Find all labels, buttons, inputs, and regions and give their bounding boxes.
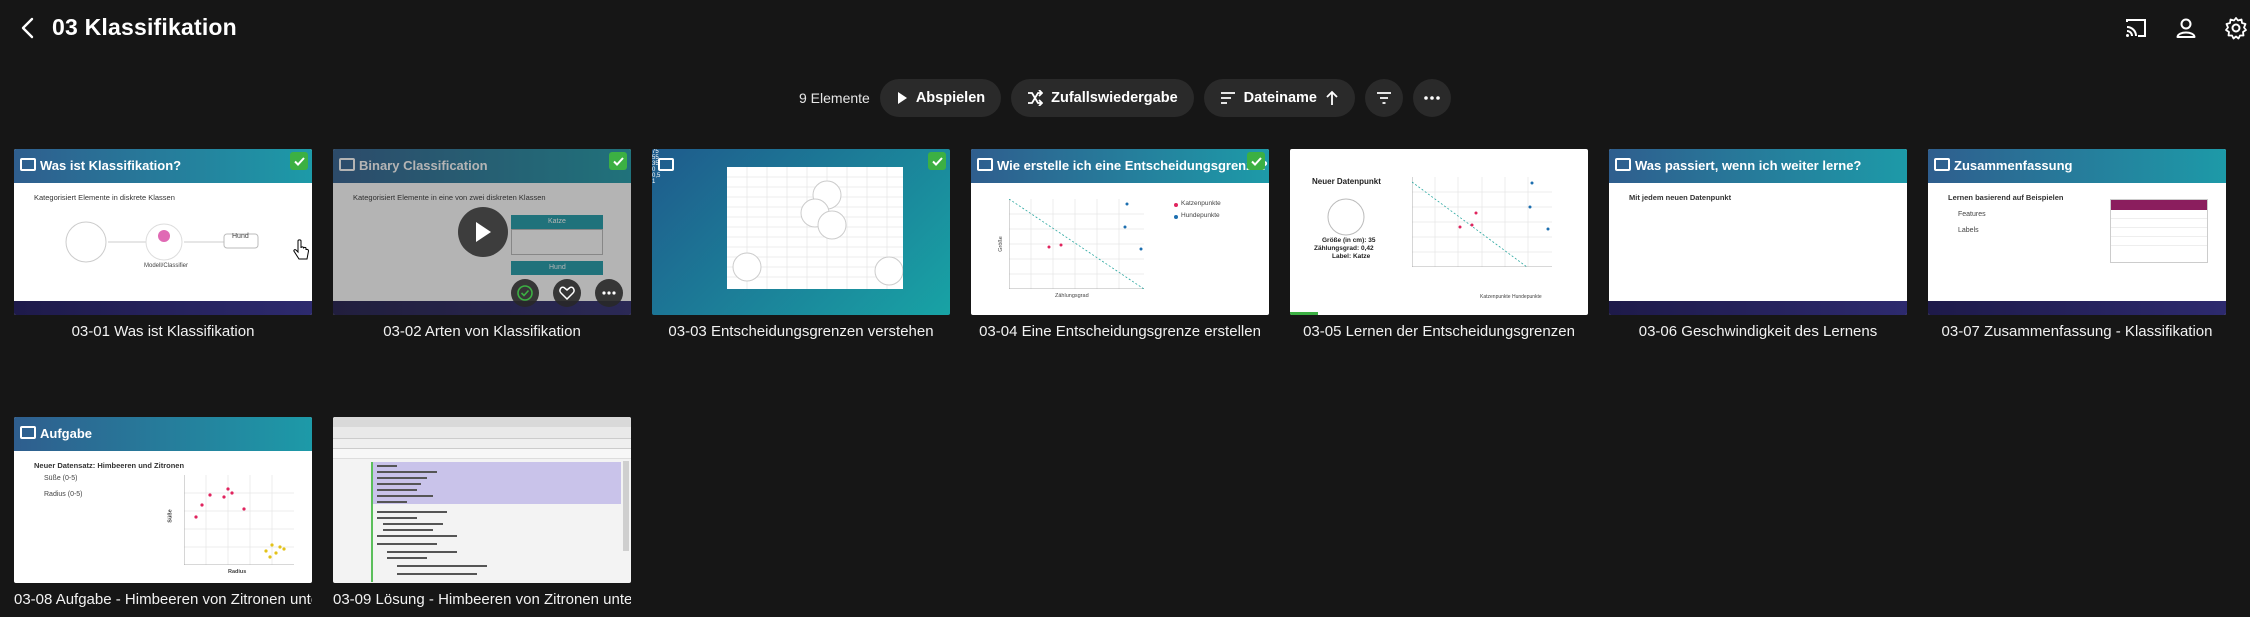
slide-preview: Was passiert, wenn ich weiter lerne? Mit… (1609, 149, 1907, 315)
hand-cursor-icon (293, 239, 310, 260)
media-item[interactable]: Zusammenfassung Lernen basierend auf Bei… (1928, 149, 2226, 340)
slide-preview: 75 55 35 0 0,5 1 (652, 149, 950, 315)
clapperboard-icon (20, 426, 36, 439)
more-horizontal-icon (1424, 96, 1440, 100)
filter-icon (1376, 92, 1391, 104)
top-bar: 03 Klassifikation (0, 0, 2250, 58)
thumbnail[interactable]: 75 55 35 0 0,5 1 (652, 149, 950, 315)
play-button[interactable] (458, 207, 508, 257)
more-horizontal-icon (602, 291, 616, 295)
slide-preview: Neuer Datenpunkt Größe (in cm): 35 Zählu… (1290, 149, 1588, 315)
gear-icon (2225, 17, 2247, 40)
chevron-left-icon (21, 17, 34, 39)
shuffle-label: Zufallswiedergabe (1051, 90, 1178, 106)
play-all-label: Abspielen (915, 90, 986, 106)
user-button[interactable] (2172, 14, 2200, 42)
watch-progress-bar (1290, 312, 1318, 315)
item-caption: 03-08 Aufgabe - Himbeeren von Zitronen u… (14, 591, 312, 608)
cast-button[interactable] (2122, 14, 2150, 42)
play-icon (476, 222, 491, 242)
play-all-button[interactable]: Abspielen (879, 79, 1002, 117)
slide-preview: Zusammenfassung Lernen basierend auf Bei… (1928, 149, 2226, 315)
clapperboard-icon (977, 158, 993, 171)
shuffle-icon (1028, 90, 1044, 106)
slide-preview: Was ist Klassifikation? Kategorisiert El… (14, 149, 312, 315)
arrow-up-icon (1326, 90, 1338, 105)
play-icon (897, 92, 907, 104)
scrollbar[interactable] (623, 461, 629, 551)
media-item[interactable]: Binary Classification Kategorisiert Elem… (333, 149, 631, 340)
more-options-button[interactable] (1412, 79, 1451, 117)
item-caption: 03-04 Eine Entscheidungsgrenze erstellen (979, 323, 1261, 340)
code-editor-preview (333, 417, 631, 583)
favorite-button[interactable] (553, 279, 581, 307)
slide-bullet: Mit jedem neuen Datenpunkt (1629, 193, 1732, 202)
item-caption: 03-05 Lernen der Entscheidungsgrenzen (1303, 323, 1575, 340)
thumbnail[interactable]: Aufgabe Neuer Datensatz: Himbeeren und Z… (14, 417, 312, 583)
watched-check-icon (290, 152, 308, 170)
watched-check-icon (609, 152, 627, 170)
item-count: 9 Elemente (799, 90, 870, 106)
media-item[interactable]: 75 55 35 0 0,5 1 03-03 Entscheidungsgren… (652, 149, 950, 340)
media-item[interactable]: Was ist Klassifikation? Kategorisiert El… (14, 149, 312, 340)
toolbar: 9 Elemente Abspielen Zufallswiedergabe D… (0, 78, 2250, 118)
media-item[interactable]: Was passiert, wenn ich weiter lerne? Mit… (1609, 149, 1907, 340)
watched-check-icon (1247, 152, 1265, 170)
settings-button[interactable] (2222, 14, 2250, 42)
clapperboard-icon (20, 158, 36, 171)
thumbnail[interactable]: Was passiert, wenn ich weiter lerne? Mit… (1609, 149, 1907, 315)
thumbnail[interactable] (333, 417, 631, 583)
mark-watched-button[interactable] (511, 279, 539, 307)
check-circle-icon (517, 285, 533, 301)
slide-bullet: Neuer Datensatz: Himbeeren und Zitronen (34, 461, 185, 470)
slide-preview: Aufgabe Neuer Datensatz: Himbeeren und Z… (14, 417, 312, 583)
clapperboard-icon (658, 158, 674, 171)
item-caption: 03-07 Zusammenfassung - Klassifikation (1941, 323, 2213, 340)
cast-icon (2126, 19, 2146, 37)
media-item[interactable]: 03-09 Lösung - Himbeeren von Zitronen un… (333, 417, 631, 608)
shuffle-button[interactable]: Zufallswiedergabe (1011, 79, 1194, 117)
slide-bullet: Lernen basierend auf Beispielen (1948, 193, 2064, 202)
media-item[interactable]: Neuer Datenpunkt Größe (in cm): 35 Zählu… (1290, 149, 1588, 340)
back-button[interactable] (10, 12, 46, 44)
thumbnail[interactable]: Neuer Datenpunkt Größe (in cm): 35 Zählu… (1290, 149, 1588, 315)
clapperboard-icon (1934, 158, 1950, 171)
slide-bullet: Kategorisiert Elemente in diskrete Klass… (34, 193, 175, 202)
summary-table (2110, 199, 2208, 263)
item-caption: 03-01 Was ist Klassifikation (71, 323, 255, 340)
cat-icon (1327, 198, 1365, 236)
page-title: 03 Klassifikation (52, 14, 237, 40)
thumbnail[interactable]: Was ist Klassifikation? Kategorisiert El… (14, 149, 312, 315)
thumbnail[interactable]: Wie erstelle ich eine Entscheidungsgrenz… (971, 149, 1269, 315)
item-more-button[interactable] (595, 279, 623, 307)
slide-preview: Wie erstelle ich eine Entscheidungsgrenz… (971, 149, 1269, 315)
watched-check-icon (928, 152, 946, 170)
media-item[interactable]: Aufgabe Neuer Datensatz: Himbeeren und Z… (14, 417, 312, 608)
sort-label: Dateiname (1243, 90, 1317, 106)
item-caption: 03-02 Arten von Klassifikation (383, 323, 581, 340)
thumbnail[interactable]: Binary Classification Kategorisiert Elem… (333, 149, 631, 315)
filter-button[interactable] (1364, 79, 1403, 117)
item-caption: 03-06 Geschwindigkeit des Lernens (1638, 323, 1878, 340)
item-caption: 03-09 Lösung - Himbeeren von Zitronen un… (333, 591, 631, 608)
clapperboard-icon (1615, 158, 1631, 171)
media-item[interactable]: Wie erstelle ich eine Entscheidungsgrenz… (971, 149, 1269, 340)
header-actions (2122, 14, 2250, 42)
thumbnail[interactable]: Zusammenfassung Lernen basierend auf Bei… (1928, 149, 2226, 315)
user-icon (2176, 18, 2196, 38)
heart-icon (559, 286, 575, 300)
sort-lines-icon (1220, 92, 1235, 104)
sort-button[interactable]: Dateiname (1203, 79, 1355, 117)
item-caption: 03-03 Entscheidungsgrenzen verstehen (668, 323, 934, 340)
